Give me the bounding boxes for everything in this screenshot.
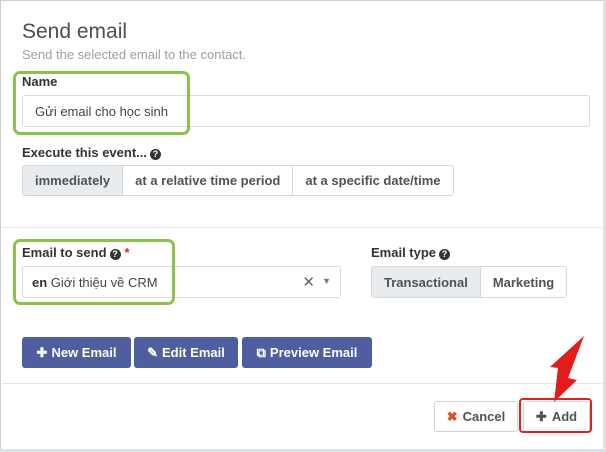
new-email-label: New Email <box>51 345 117 360</box>
email-type-transactional[interactable]: Transactional <box>371 266 481 298</box>
email-highlight-box <box>13 239 175 305</box>
edit-email-button[interactable]: ✎ Edit Email <box>134 337 238 368</box>
arrow-pointer-icon <box>550 336 584 402</box>
cancel-button[interactable]: ✖ Cancel <box>434 401 518 432</box>
section-divider <box>2 227 604 228</box>
execute-option-relative[interactable]: at a relative time period <box>122 165 294 196</box>
edit-email-label: Edit Email <box>162 345 225 360</box>
plus-icon: ✚ <box>36 344 48 360</box>
footer-divider <box>2 383 604 384</box>
dropdown-caret-icon[interactable]: ▼ <box>322 276 331 286</box>
send-email-modal: Send email Send the selected email to th… <box>0 0 606 452</box>
execute-option-specific-date[interactable]: at a specific date/time <box>292 165 454 196</box>
name-highlight-box <box>13 71 190 135</box>
cancel-label: Cancel <box>462 409 506 424</box>
modal-title: Send email <box>22 20 128 43</box>
preview-email-label: Preview Email <box>269 345 358 360</box>
edit-icon: ✎ <box>147 344 159 360</box>
execute-option-immediately[interactable]: immediately <box>22 165 124 196</box>
external-link-icon: ⧉ <box>256 344 266 360</box>
clear-icon[interactable]: ✕ <box>302 273 315 291</box>
help-icon[interactable]: ? <box>150 149 161 160</box>
new-email-button[interactable]: ✚ New Email <box>22 337 131 368</box>
execute-options: immediately at a relative time period at… <box>22 165 454 196</box>
email-type-label: Email type? <box>371 245 451 260</box>
execute-label: Execute this event...? <box>22 145 161 160</box>
cancel-x-icon: ✖ <box>446 408 458 424</box>
execute-label-text: Execute this event... <box>22 145 147 160</box>
help-icon[interactable]: ? <box>439 249 451 260</box>
email-type-options: Transactional Marketing <box>371 266 568 298</box>
preview-email-button[interactable]: ⧉ Preview Email <box>242 337 372 368</box>
email-type-label-text: Email type <box>371 245 437 260</box>
modal-subtitle: Send the selected email to the contact. <box>22 47 247 62</box>
email-type-marketing[interactable]: Marketing <box>479 266 568 298</box>
